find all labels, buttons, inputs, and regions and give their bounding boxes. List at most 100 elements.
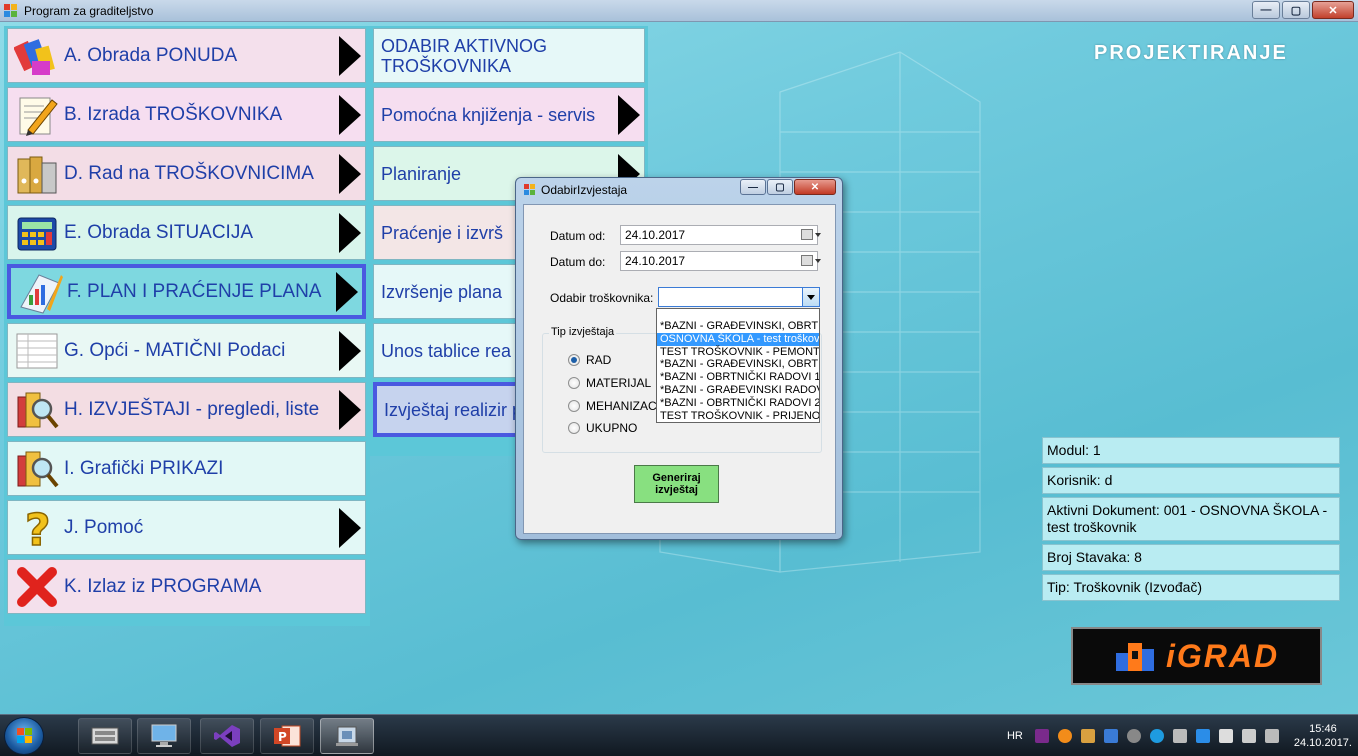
taskbar: P HR 15:46 24.10.2017. bbox=[0, 714, 1358, 756]
dialog-close-button[interactable]: ✕ bbox=[794, 179, 836, 195]
visual-studio-icon[interactable] bbox=[200, 718, 254, 754]
troskovnik-combobox[interactable] bbox=[658, 287, 820, 307]
menu-izrada-troskovnika[interactable]: B. Izrada TROŠKOVNIKA bbox=[7, 87, 366, 142]
dropdown-item[interactable]: *BAZNI - OBRTNIČKI RADOVI 2 bbox=[657, 397, 819, 410]
menu-graficki-prikazi[interactable]: I. Grafički PRIKAZI bbox=[7, 441, 366, 496]
keyboard-app-icon[interactable] bbox=[78, 718, 132, 754]
radio-label: MATERIJAL bbox=[586, 376, 652, 390]
submenu-arrow-icon bbox=[339, 330, 361, 371]
dropdown-item[interactable]: *BAZNI - OBRTNIČKI RADOVI 1 bbox=[657, 371, 819, 384]
radio-button-icon[interactable] bbox=[568, 400, 580, 412]
menu-obrada-ponuda[interactable]: A. Obrada PONUDA bbox=[7, 28, 366, 83]
clock[interactable]: 15:46 24.10.2017. bbox=[1294, 722, 1352, 750]
dropdown-item[interactable]: *BAZNI - GRAĐEVINSKI RADOV bbox=[657, 384, 819, 397]
radio-rad[interactable]: RAD bbox=[568, 353, 611, 367]
datum-od-value: 24.10.2017 bbox=[625, 228, 686, 242]
clock-date: 24.10.2017. bbox=[1293, 737, 1352, 749]
start-button-icon[interactable] bbox=[4, 717, 44, 755]
binders-icon bbox=[14, 151, 60, 197]
skype-tray-icon[interactable] bbox=[1149, 729, 1164, 743]
menu-plan-i-pracenje-plana[interactable]: F. PLAN I PRAĆENJE PLANA bbox=[7, 264, 366, 319]
menu-label: I. Grafički PRIKAZI bbox=[64, 457, 224, 479]
onenote-tray-icon[interactable] bbox=[1034, 729, 1049, 743]
dropdown-item[interactable]: TEST TROŠKOVNIK - PRIJENOS bbox=[657, 410, 819, 422]
svg-text:P: P bbox=[278, 730, 287, 744]
submenu-label: Pomoćna knjiženja - servis bbox=[381, 104, 596, 125]
dialog-minimize-button[interactable]: — bbox=[740, 179, 766, 195]
menu-label: B. Izrada TROŠKOVNIKA bbox=[64, 103, 283, 125]
calculator-icon bbox=[14, 210, 60, 256]
folder-tray-icon[interactable] bbox=[1080, 729, 1095, 743]
radio-mehanizacija[interactable]: MEHANIZACIJ bbox=[568, 399, 666, 413]
menu-obrada-situacija[interactable]: E. Obrada SITUACIJA bbox=[7, 205, 366, 260]
info-tip: Tip: Troškovnik (Izvođač) bbox=[1042, 574, 1340, 601]
main-titlebar: Program za graditeljstvo — ▢ ✕ bbox=[0, 0, 1358, 22]
network-tray-icon[interactable] bbox=[1264, 729, 1279, 743]
radio-materijal[interactable]: MATERIJAL bbox=[568, 376, 651, 390]
igrad-app-icon[interactable] bbox=[320, 718, 374, 754]
volume-tray-icon[interactable] bbox=[1241, 729, 1256, 743]
info-aktivni-dokument: Aktivni Dokument: 001 - OSNOVNA ŠKOLA - … bbox=[1042, 497, 1340, 541]
menu-label: K. Izlaz iz PROGRAMA bbox=[64, 575, 262, 597]
dropdown-item[interactable]: *BAZNI - GRAĐEVINSKI, OBRTN bbox=[657, 320, 819, 333]
datum-do-picker[interactable]: 24.10.2017 bbox=[620, 251, 821, 271]
maximize-button[interactable]: ▢ bbox=[1282, 1, 1310, 19]
menu-label: F. PLAN I PRAĆENJE PLANA bbox=[67, 280, 322, 302]
radio-button-icon[interactable] bbox=[568, 422, 580, 434]
troskovnik-label: Odabir troškovnika: bbox=[550, 291, 654, 305]
dropdown-item[interactable]: TEST TROŠKOVNIK - PEMONT bbox=[657, 346, 819, 359]
projektiranje-header: PROJEKTIRANJE bbox=[1094, 42, 1288, 64]
menu-rad-na-troskovnicima[interactable]: D. Rad na TROŠKOVNICIMA bbox=[7, 146, 366, 201]
dialog-title: OdabirIzvjestaja bbox=[541, 183, 628, 197]
submenu-arrow-icon bbox=[339, 389, 361, 430]
menu-opci-maticni-podaci[interactable]: G. Opći - MATIČNI Podaci bbox=[7, 323, 366, 378]
app-icon bbox=[4, 3, 18, 18]
main-menu: A. Obrada PONUDA B. Izrada TROŠKOVNIKA D… bbox=[4, 26, 370, 626]
dropdown-item-selected[interactable]: OSNOVNA ŠKOLA - test troškovn bbox=[657, 332, 819, 346]
chevron-down-icon[interactable] bbox=[802, 288, 819, 306]
language-indicator[interactable]: HR bbox=[1007, 730, 1023, 742]
sync-tray-icon[interactable] bbox=[1126, 729, 1141, 743]
menu-label: E. Obrada SITUACIJA bbox=[64, 221, 254, 243]
menu-pomoc[interactable]: ? J. Pomoć bbox=[7, 500, 366, 557]
calendar-icon[interactable] bbox=[801, 229, 821, 240]
submenu-odabir-aktivnog-troskovnika[interactable]: ODABIR AKTIVNOG TROŠKOVNIKA bbox=[373, 28, 645, 83]
close-button[interactable]: ✕ bbox=[1312, 1, 1354, 19]
menu-label: J. Pomoć bbox=[64, 516, 144, 538]
dropbox-tray-icon[interactable] bbox=[1103, 729, 1118, 743]
menu-izvjestaji[interactable]: H. IZVJEŠTAJI - pregledi, liste bbox=[7, 382, 366, 437]
clock-time: 15:46 bbox=[1309, 723, 1337, 735]
system-tray: HR 15:46 24.10.2017. bbox=[1007, 715, 1352, 756]
skype-business-tray-icon[interactable] bbox=[1195, 729, 1210, 743]
flag-tray-icon[interactable] bbox=[1218, 729, 1233, 743]
info-modul: Modul: 1 bbox=[1042, 437, 1340, 464]
magnifier-folder-icon bbox=[14, 446, 60, 492]
info-broj-stavaka: Broj Stavaka: 8 bbox=[1042, 544, 1340, 571]
notification-tray-icon[interactable] bbox=[1057, 729, 1072, 743]
datum-od-picker[interactable]: 24.10.2017 bbox=[620, 225, 821, 245]
radio-ukupno[interactable]: UKUPNO bbox=[568, 421, 637, 435]
tip-izvjestaja-title: Tip izvještaja bbox=[549, 326, 617, 338]
display-tray-icon[interactable] bbox=[1172, 729, 1187, 743]
info-korisnik: Korisnik: d bbox=[1042, 467, 1340, 494]
submenu-arrow-icon bbox=[339, 212, 361, 253]
svg-text:?: ? bbox=[25, 505, 51, 551]
generiraj-izvjestaj-button[interactable]: Generiraj izvještaj bbox=[634, 465, 719, 503]
submenu-label: ODABIR AKTIVNOG TROŠKOVNIKA bbox=[381, 35, 548, 76]
question-mark-icon: ? bbox=[14, 504, 60, 557]
powerpoint-icon[interactable]: P bbox=[260, 718, 314, 754]
computer-app-icon[interactable] bbox=[137, 718, 191, 754]
chart-pencil-icon bbox=[17, 269, 63, 315]
minimize-button[interactable]: — bbox=[1252, 1, 1280, 19]
submenu-arrow-icon bbox=[336, 271, 358, 312]
dropdown-item[interactable]: *BAZNI - GRAĐEVINSKI, OBRTN bbox=[657, 358, 819, 371]
submenu-arrow-icon bbox=[618, 94, 640, 135]
red-x-icon bbox=[14, 564, 60, 610]
radio-button-icon[interactable] bbox=[568, 377, 580, 389]
dialog-maximize-button[interactable]: ▢ bbox=[767, 179, 793, 195]
radio-button-icon[interactable] bbox=[568, 354, 580, 366]
calendar-icon[interactable] bbox=[801, 255, 821, 266]
menu-izlaz-iz-programa[interactable]: K. Izlaz iz PROGRAMA bbox=[7, 559, 366, 614]
menu-label: H. IZVJEŠTAJI - pregledi, liste bbox=[64, 398, 320, 420]
submenu-pomocna-knjizenja[interactable]: Pomoćna knjiženja - servis bbox=[373, 87, 645, 142]
